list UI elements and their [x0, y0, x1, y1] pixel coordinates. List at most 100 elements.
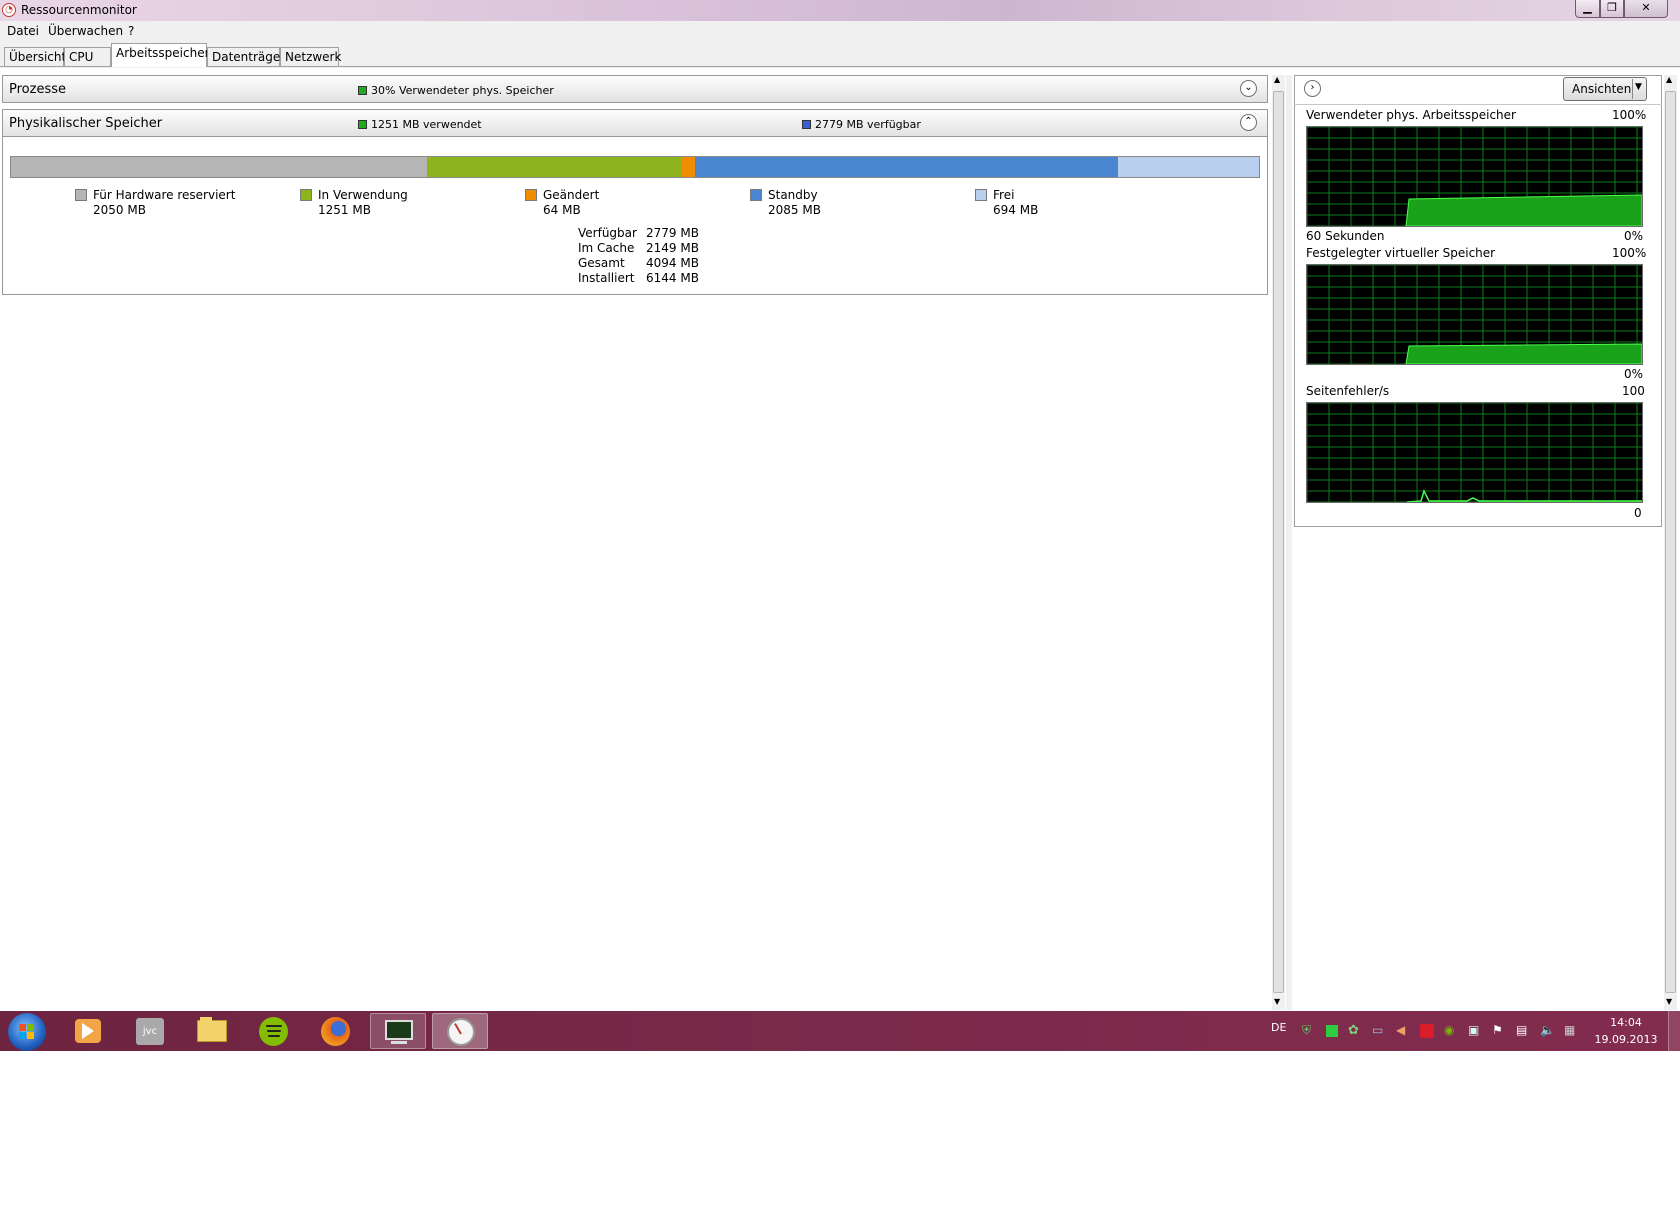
- legend-value: 1251 MB: [318, 203, 371, 217]
- graph1-max: 100%: [1612, 108, 1647, 122]
- tray-display-icon[interactable]: ▭: [1372, 1023, 1388, 1039]
- graphs-scrollbar-thumb[interactable]: [1665, 91, 1676, 993]
- views-dropdown[interactable]: Ansichten ▼: [1563, 77, 1647, 101]
- tab-netzwerk[interactable]: Netzwerk: [280, 47, 341, 66]
- graph2-min: 0%: [1624, 367, 1644, 381]
- graph3-title: Seitenfehler/s: [1306, 384, 1390, 398]
- graph3-series: [1406, 488, 1642, 503]
- stat-label: Gesamt: [578, 256, 625, 270]
- tray-sync-icon[interactable]: ✿: [1348, 1023, 1364, 1039]
- performance-monitor-icon[interactable]: [370, 1013, 426, 1049]
- legend-label: In Verwendung: [318, 188, 408, 202]
- tray-network-icon[interactable]: ▤: [1516, 1023, 1532, 1039]
- tray-antivirus-icon[interactable]: [1420, 1024, 1434, 1038]
- stat-value: 4094 MB: [646, 256, 699, 270]
- tab-cpu[interactable]: CPU: [64, 47, 111, 66]
- legend-label: Standby: [768, 188, 818, 202]
- legend-label: Geändert: [543, 188, 600, 202]
- tray-monitor-icon[interactable]: ▦: [1564, 1023, 1580, 1039]
- graphs-scrollbar[interactable]: ▲ ▼: [1664, 75, 1677, 1010]
- legend-value: 2085 MB: [768, 203, 821, 217]
- stat-label: Installiert: [578, 271, 635, 285]
- available-swatch: [802, 120, 811, 129]
- tab-arbeitsspeicher[interactable]: Arbeitsspeicher: [111, 43, 210, 67]
- graphs-scroll-down-icon[interactable]: ▼: [1666, 997, 1672, 1006]
- legend-label: Für Hardware reserviert: [93, 188, 236, 202]
- graph2-series: [1405, 343, 1643, 365]
- show-desktop-button[interactable]: [1668, 1011, 1680, 1051]
- stat-value: 2149 MB: [646, 241, 699, 255]
- graph1-series: [1405, 194, 1643, 227]
- title-bar: [0, 0, 1680, 21]
- scroll-up-arrow-icon[interactable]: ▲: [1274, 75, 1280, 84]
- graph2-max: 100%: [1612, 246, 1647, 260]
- close-button[interactable]: ✕: [1624, 0, 1668, 18]
- tab-datentraeger[interactable]: Datenträger: [207, 47, 285, 66]
- graphs-scroll-up-icon[interactable]: ▲: [1666, 75, 1672, 84]
- available-info: 2779 MB verfügbar: [802, 118, 921, 131]
- clock-time[interactable]: 14:04: [1586, 1016, 1666, 1029]
- jvc-app-icon[interactable]: jvc: [122, 1013, 178, 1049]
- stat-value: 6144 MB: [646, 271, 699, 285]
- used-info-text: 1251 MB verwendet: [371, 118, 482, 131]
- memory-bar-segment: [694, 157, 1119, 177]
- resource-monitor-icon[interactable]: [432, 1013, 488, 1049]
- stat-label: Verfügbar: [578, 226, 637, 240]
- tray-network-shield-icon[interactable]: ⛨: [1302, 1023, 1318, 1039]
- media-player-icon[interactable]: [60, 1013, 116, 1049]
- menu-bar: [0, 21, 1680, 41]
- maximize-button[interactable]: ❐: [1600, 0, 1624, 18]
- physical-memory-section-header[interactable]: Physikalischer Speicher 1251 MB verwende…: [2, 109, 1268, 137]
- processes-title: Prozesse: [9, 82, 66, 97]
- collapse-graphs-button[interactable]: ›: [1304, 80, 1321, 97]
- spotify-icon[interactable]: [246, 1013, 302, 1049]
- graph3-min: 0: [1634, 506, 1642, 520]
- language-indicator[interactable]: DE: [1271, 1021, 1286, 1034]
- physical-memory-title: Physikalischer Speicher: [9, 116, 163, 131]
- minimize-button[interactable]: ▁: [1575, 0, 1600, 18]
- clock-date[interactable]: 19.09.2013: [1586, 1033, 1666, 1046]
- used-physical-memory-graph: [1306, 126, 1643, 227]
- graphs-divider: [1294, 104, 1662, 105]
- memory-bar-segment: [1118, 157, 1259, 177]
- scrollbar-thumb[interactable]: [1273, 91, 1284, 993]
- tray-nvidia-icon[interactable]: ◉: [1444, 1023, 1460, 1039]
- tray-speaker-icon[interactable]: ◀: [1396, 1023, 1412, 1039]
- scroll-down-arrow-icon[interactable]: ▼: [1274, 997, 1280, 1006]
- menu-datei[interactable]: Datei: [7, 24, 39, 38]
- graph1-plot: [1306, 126, 1643, 227]
- memory-bar-segment: [11, 157, 428, 177]
- used-memory-swatch: [358, 86, 367, 95]
- start-orb-icon[interactable]: [8, 1013, 46, 1051]
- graph3-plot: [1306, 402, 1642, 503]
- legend-value: 64 MB: [543, 203, 581, 217]
- resource-monitor-app-icon: ◔: [2, 3, 16, 17]
- collapse-physical-memory-button[interactable]: ⌃: [1240, 114, 1257, 131]
- legend-value: 2050 MB: [93, 203, 146, 217]
- legend-value: 694 MB: [993, 203, 1039, 217]
- stat-label: Im Cache: [578, 241, 635, 255]
- firefox-icon[interactable]: [308, 1013, 364, 1049]
- main-scrollbar[interactable]: ▲ ▼: [1272, 75, 1285, 1010]
- available-info-text: 2779 MB verfügbar: [815, 118, 921, 131]
- tray-battery-icon[interactable]: [1326, 1025, 1338, 1037]
- memory-bar-segment: [681, 157, 695, 177]
- views-divider: [1632, 79, 1633, 99]
- legend-label: Frei: [993, 188, 1015, 202]
- menu-ueberwachen[interactable]: Überwachen: [48, 24, 123, 38]
- processes-section-header[interactable]: Prozesse 30% Verwendeter phys. Speicher …: [2, 75, 1268, 103]
- menu-help[interactable]: ?: [128, 24, 134, 38]
- graph1-title: Verwendeter phys. Arbeitsspeicher: [1306, 108, 1516, 122]
- tray-device-icon[interactable]: ▣: [1468, 1023, 1484, 1039]
- legend-swatch: [525, 189, 537, 201]
- graph2-plot: [1306, 264, 1643, 365]
- file-explorer-icon[interactable]: [184, 1013, 240, 1049]
- expand-processes-button[interactable]: ⌄: [1240, 80, 1257, 97]
- tray-flag-icon[interactable]: ⚑: [1492, 1023, 1508, 1039]
- memory-bar-segment: [427, 157, 682, 177]
- tray-volume-icon[interactable]: 🔈: [1540, 1023, 1556, 1039]
- used-info: 1251 MB verwendet: [358, 118, 482, 131]
- graph1-time-label: 60 Sekunden: [1306, 229, 1385, 243]
- tab-uebersicht[interactable]: Übersicht: [4, 47, 66, 66]
- panel-splitter[interactable]: [1286, 75, 1292, 1010]
